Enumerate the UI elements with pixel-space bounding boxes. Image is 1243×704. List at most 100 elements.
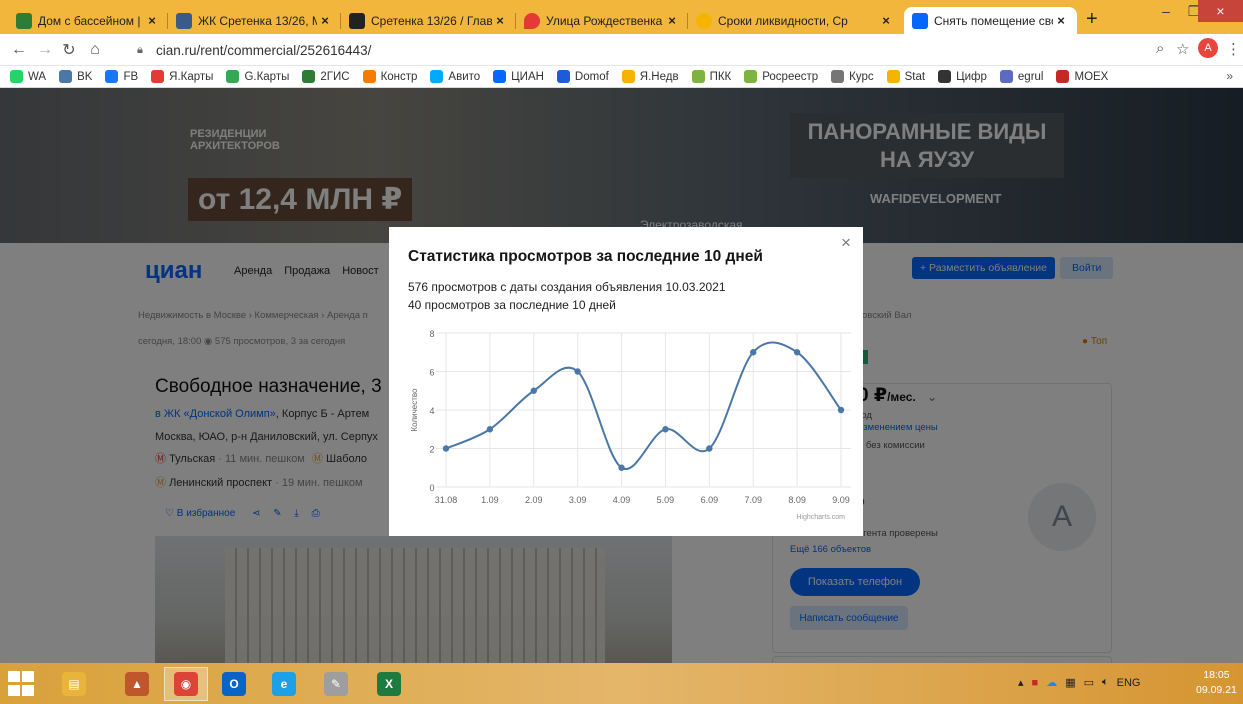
bookmark-item[interactable]: 2ГИС xyxy=(302,70,350,83)
bookmark-item[interactable]: ЦИАН xyxy=(493,70,544,83)
taskbar-app[interactable]: e xyxy=(262,667,306,701)
clock-time: 18:05 xyxy=(1203,669,1230,681)
matlab-icon: ▲ xyxy=(125,672,149,696)
bookmark-icon xyxy=(430,70,444,83)
taskbar-app[interactable]: ✎ xyxy=(314,667,358,701)
bookmark-label: Я.Карты xyxy=(169,70,214,83)
bookmark-item[interactable]: Цифр xyxy=(938,70,987,83)
windows-taskbar: ▤ ▲ ◉ Oe ✎ X ▴ ■ ☁ ▦ ▭ 🔈︎ ENG 18:05 09.09.21 xyxy=(0,663,1243,704)
data-point xyxy=(750,349,757,356)
clock[interactable]: 18:05 09.09.21 xyxy=(1196,668,1237,698)
home-icon[interactable]: ⌂ xyxy=(84,39,106,61)
tab-close-icon[interactable]: × xyxy=(492,13,508,28)
bookmark-item[interactable]: Авито xyxy=(430,70,480,83)
zoom-icon[interactable]: ⌕ xyxy=(1156,40,1164,57)
menu-icon[interactable]: ⋮ xyxy=(1226,40,1241,58)
tab-sretenka-glavstroy[interactable]: Сретенка 13/26 / Главст × xyxy=(341,7,516,34)
recent-views-text: 40 просмотров за последние 10 дней xyxy=(408,298,616,312)
forward-icon[interactable]: → xyxy=(34,39,56,61)
tab-close-icon[interactable]: × xyxy=(144,13,160,28)
y-axis-label: Количество xyxy=(410,388,419,432)
paint-icon: ✎ xyxy=(324,672,348,696)
x-tick-label: 31.08 xyxy=(435,495,458,505)
bookmark-label: Курс xyxy=(849,70,874,83)
new-tab-button[interactable]: + xyxy=(1086,8,1098,31)
bookmark-item[interactable]: WA xyxy=(10,70,46,83)
tray-app-icon[interactable]: ■ xyxy=(1032,677,1039,689)
chat-icon[interactable]: ▭ xyxy=(1084,676,1094,689)
y-tick-label: 6 xyxy=(429,368,434,378)
taskbar-app[interactable]: O xyxy=(212,667,256,701)
profile-avatar[interactable]: A xyxy=(1198,38,1218,58)
close-icon[interactable]: × xyxy=(841,233,851,253)
bookmark-label: ПКК xyxy=(709,70,732,83)
bookmark-icon xyxy=(151,70,165,83)
bookmark-label: BK xyxy=(77,70,93,83)
bookmark-item[interactable]: Domof xyxy=(556,70,609,83)
bookmark-label: FB xyxy=(123,70,139,83)
tab-close-icon[interactable]: × xyxy=(1053,13,1069,28)
bookmark-item[interactable]: Росреестр xyxy=(744,70,818,83)
bookmark-label: Цифр xyxy=(956,70,987,83)
tab-close-icon[interactable]: × xyxy=(664,13,680,28)
bookmarks-overflow-button[interactable]: » xyxy=(1226,69,1233,83)
bookmark-item[interactable]: Я.Недв xyxy=(621,70,679,83)
data-point xyxy=(618,464,625,471)
taskbar-app[interactable]: ▲ xyxy=(115,667,159,701)
tab-close-icon[interactable]: × xyxy=(878,13,894,28)
address-bar[interactable]: 🔒︎ cian.ru/rent/commercial/252616443/ xyxy=(137,38,1207,63)
reload-icon[interactable]: ↻ xyxy=(58,39,80,61)
map-pin-icon xyxy=(524,12,540,29)
bookmark-item[interactable]: G.Карты xyxy=(226,70,289,83)
bookmark-item[interactable]: ПКК xyxy=(691,70,732,83)
bookmark-label: WA xyxy=(28,70,47,83)
bookmark-label: G.Карты xyxy=(244,70,290,83)
data-point xyxy=(706,445,713,452)
volume-icon[interactable]: 🔈︎ xyxy=(1102,676,1109,689)
star-icon[interactable]: ☆ xyxy=(1176,40,1189,58)
x-tick-label: 5.09 xyxy=(657,495,675,505)
tab-eis[interactable]: Дом с бассейном | ЕИС × xyxy=(8,7,168,34)
cloud-icon[interactable]: ☁ xyxy=(1046,676,1057,689)
file-explorer-icon: ▤ xyxy=(62,672,86,696)
x-tick-label: 7.09 xyxy=(744,495,762,505)
bookmark-icon xyxy=(362,70,376,83)
tab-sretenka-jk[interactable]: ЖК Сретенка 13/26, Мо × xyxy=(168,7,341,34)
tab-rozhdestvenka[interactable]: Улица Рождественка — × xyxy=(516,7,688,34)
tab-strip: Дом с бассейном | ЕИС × ЖК Сретенка 13/2… xyxy=(0,0,1243,34)
taskbar-app[interactable]: ▤ xyxy=(52,667,96,701)
data-point xyxy=(530,387,537,394)
bookmark-label: Stat xyxy=(904,70,926,83)
chrome-icon: ◉ xyxy=(174,672,198,696)
views-line-chart: 0 2 4 6 8 31.08 1.09 2.09 3.09 4.09 5.09 6.09 7.09 8.… xyxy=(410,329,851,521)
bookmark-icon xyxy=(691,70,705,83)
windows-start-icon[interactable] xyxy=(8,671,36,697)
bookmark-label: 2ГИС xyxy=(320,70,350,83)
taskbar-app[interactable]: ◉ xyxy=(164,667,208,701)
lock-icon: 🔒︎ xyxy=(137,44,143,56)
bookmark-item[interactable]: BK xyxy=(59,70,92,83)
taskbar-app[interactable]: X xyxy=(367,667,411,701)
bookmark-item[interactable]: MOEX xyxy=(1056,70,1108,83)
bookmark-icon xyxy=(10,70,23,83)
bookmark-item[interactable]: Констр xyxy=(362,70,417,83)
tab-close-icon[interactable]: × xyxy=(317,13,333,28)
bar-chart-icon xyxy=(16,12,32,29)
bookmark-item[interactable]: Я.Карты xyxy=(151,70,213,83)
bookmark-item[interactable]: Курс xyxy=(831,70,874,83)
bookmark-icon xyxy=(226,70,240,83)
bookmark-item[interactable]: egrul xyxy=(999,70,1043,83)
bookmark-item[interactable]: FB xyxy=(105,70,138,83)
bookmark-item[interactable]: Stat xyxy=(886,70,926,83)
language-indicator[interactable]: ENG xyxy=(1117,677,1141,689)
minimize-button[interactable]: – xyxy=(1152,0,1180,22)
tab-cian-active[interactable]: Снять помещение своб × xyxy=(904,7,1077,34)
data-point xyxy=(574,368,581,375)
tray-expand-icon[interactable]: ▴ xyxy=(1018,676,1024,689)
network-icon[interactable]: ▦ xyxy=(1065,676,1075,689)
window-close-button[interactable]: × xyxy=(1198,0,1243,22)
back-icon[interactable]: ← xyxy=(8,39,30,61)
x-tick-label: 6.09 xyxy=(701,495,719,505)
x-tick-label: 9.09 xyxy=(832,495,850,505)
tab-liquidity[interactable]: Сроки ликвидности, Ср × xyxy=(688,7,902,34)
